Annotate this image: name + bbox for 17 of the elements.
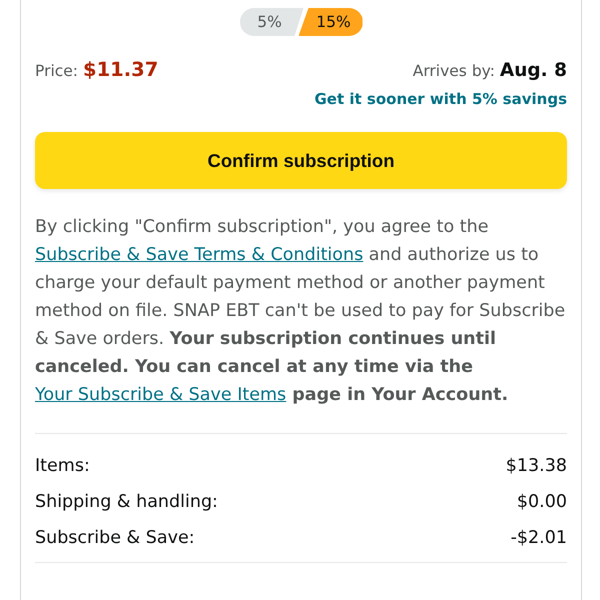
summary-label: Subscribe & Save: [35,528,195,548]
summary-amount: $13.38 [506,456,567,476]
confirm-button[interactable]: Confirm subscription [35,132,567,189]
arrival-date: Aug. 8 [500,60,567,81]
discount-option[interactable]: 5% [240,8,304,36]
terms-paragraph: By clicking "Confirm subscription", you agree to the Subscribe & Save Terms & Conditions and authorize us to charge your default payment method or another payment method on file. SNAP EBT can't be used to pay for Subscribe & Save orders. Your subscription continues until canceled. You can cancel at any time via the Your Subscribe & Save Items page in Your Account. [35,216,566,407]
inline-link[interactable]: Your Subscribe & Save Items [35,385,286,405]
arrival-label: Arrives by: [412,62,495,80]
discount-option[interactable]: 15% [298,8,362,36]
summary-label: Shipping & handling: [35,492,218,512]
inline-link[interactable]: Subscribe & Save Terms & Conditions [35,245,364,265]
summary-amount: $0.00 [516,492,567,512]
summary-label: Items: [35,456,90,476]
price-label: Price: [35,62,78,80]
price-value: $11.37 [83,58,158,81]
summary-amount: -$2.01 [510,528,567,548]
faster-delivery-link[interactable]: Get it sooner with 5% savings [314,90,567,108]
